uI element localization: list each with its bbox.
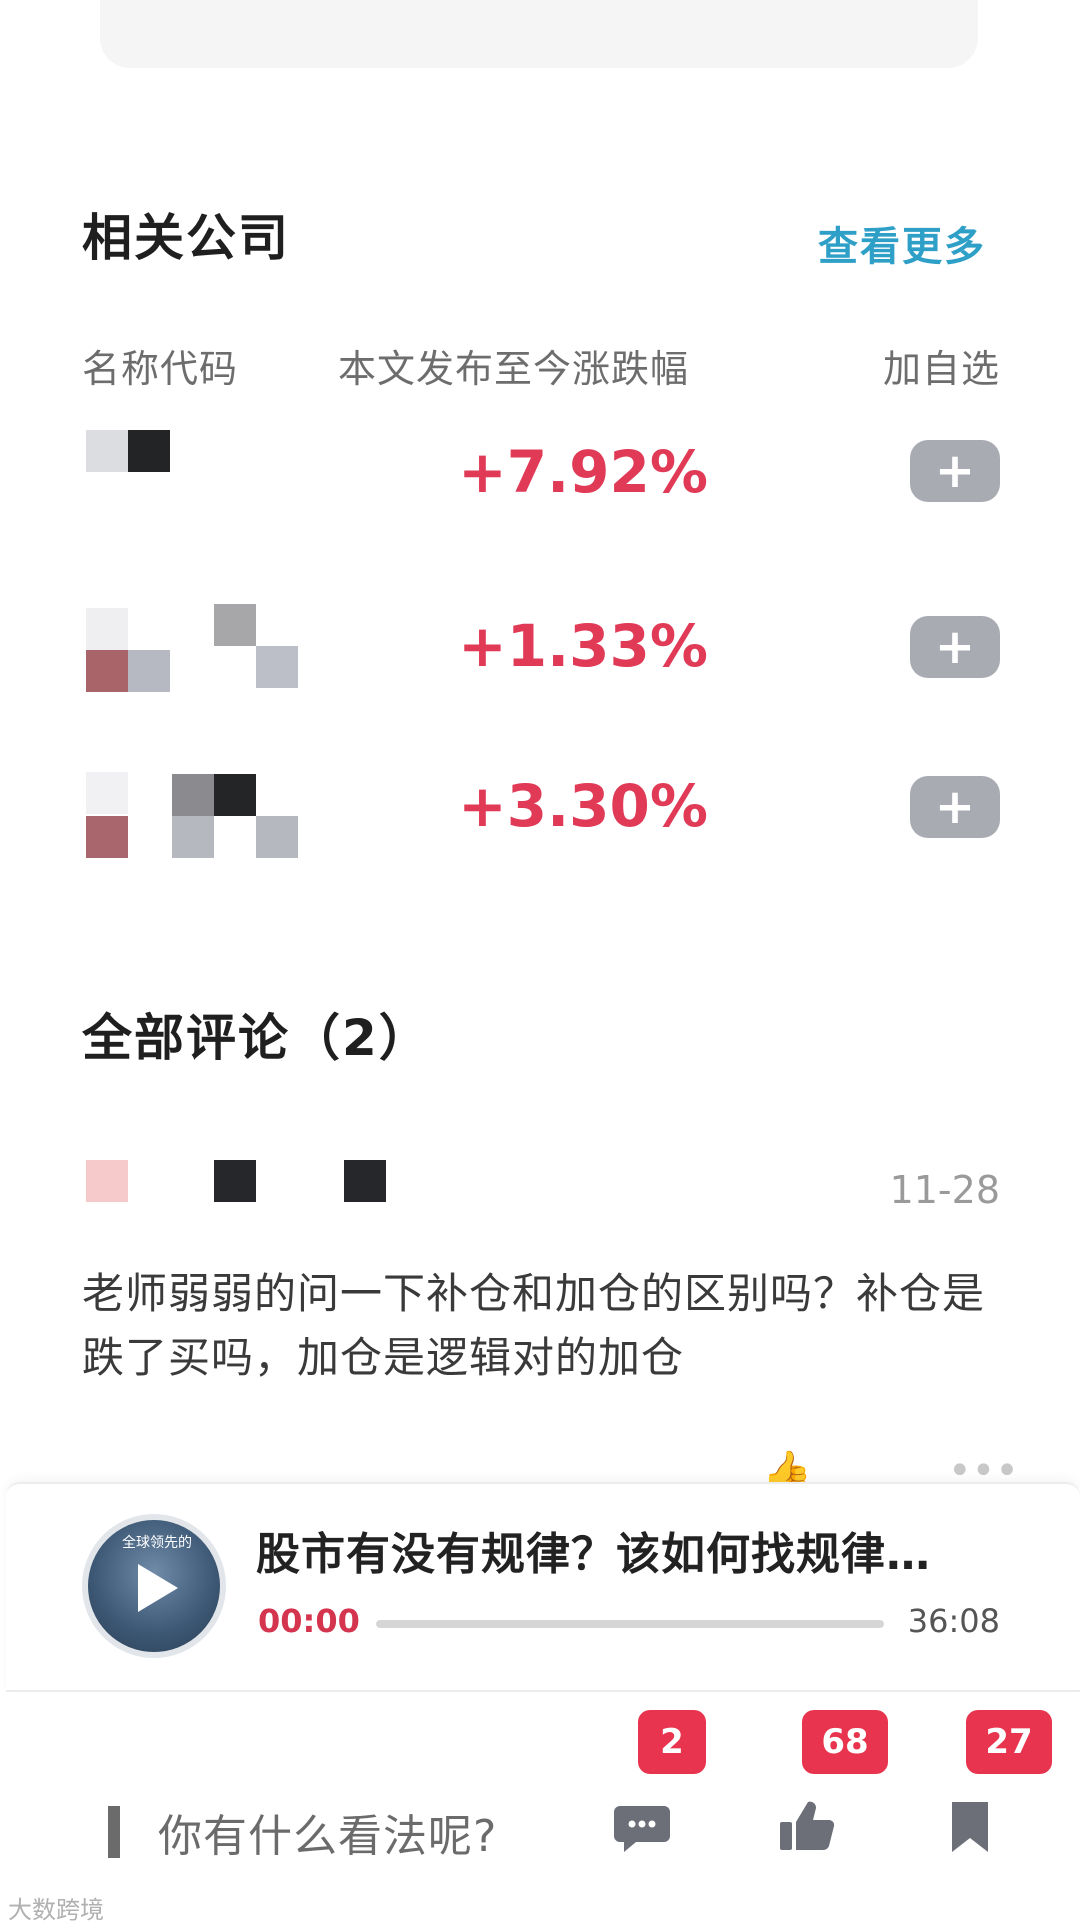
progress-bar[interactable] — [376, 1620, 884, 1628]
like-count-badge: 68 — [802, 1710, 888, 1774]
plus-icon: + — [934, 779, 976, 835]
column-name-code: 名称代码 — [82, 347, 239, 391]
column-add-watchlist: 加自选 — [882, 347, 1000, 391]
audio-player[interactable]: 全球领先的 股市有没有规律？该如何找规律… 00:00 36:08 — [6, 1482, 1080, 1692]
stock-name-redacted — [256, 816, 298, 858]
plus-icon: + — [934, 619, 976, 675]
bookmark-icon[interactable] — [940, 1796, 1000, 1856]
username-redacted — [344, 1160, 386, 1202]
stock-name-redacted — [128, 430, 170, 472]
favorite-count-badge: 27 — [966, 1710, 1052, 1774]
stock-name-redacted — [86, 816, 128, 858]
stock-name-redacted — [214, 604, 256, 646]
input-cursor-mark — [108, 1806, 120, 1858]
audio-title[interactable]: 股市有没有规律？该如何找规律… — [256, 1518, 931, 1582]
stock-row[interactable]: +1.33% + — [0, 590, 1080, 710]
stock-name-redacted — [256, 646, 298, 688]
stock-name-redacted — [172, 816, 214, 858]
add-to-watchlist-button[interactable]: + — [910, 440, 1000, 502]
stock-name-redacted — [172, 774, 214, 816]
avatar[interactable] — [86, 1160, 128, 1202]
comment-input[interactable]: 你有什么看法呢? — [158, 1800, 497, 1864]
cover-caption: 全球领先的 — [122, 1535, 192, 1551]
duration: 36:08 — [907, 1602, 1000, 1640]
stock-name-redacted — [86, 608, 128, 650]
stock-name-redacted — [214, 774, 256, 816]
current-time: 00:00 — [258, 1602, 360, 1640]
play-icon[interactable] — [138, 1564, 178, 1612]
stock-name-redacted — [86, 650, 128, 692]
comment-date: 11-28 — [889, 1168, 1000, 1212]
comment-text: 老师弱弱的问一下补仓和加仓的区别吗？补仓是跌了买吗，加仓是逻辑对的加仓 — [82, 1269, 986, 1382]
add-to-watchlist-button[interactable]: + — [910, 616, 1000, 678]
stock-name-redacted — [86, 430, 128, 472]
comment-count-badge: 2 — [638, 1710, 706, 1774]
comments-title: 全部评论（2） — [82, 1009, 431, 1067]
thumbs-up-icon[interactable] — [776, 1796, 836, 1856]
plus-icon: + — [934, 443, 976, 499]
price-change: +7.92% — [458, 438, 708, 506]
stock-name-redacted — [128, 650, 170, 692]
related-companies-title: 相关公司 — [82, 209, 290, 267]
view-more-link[interactable]: 查看更多 — [818, 214, 986, 272]
stock-row[interactable]: +7.92% + — [0, 410, 1080, 530]
previous-card — [100, 0, 978, 68]
price-change: +3.30% — [458, 772, 708, 840]
username-redacted — [214, 1160, 256, 1202]
price-change: +1.33% — [458, 612, 708, 680]
bottom-action-bar: 你有什么看法呢? 2 68 27 — [0, 1690, 1080, 1920]
comment-icon[interactable] — [612, 1796, 672, 1856]
add-to-watchlist-button[interactable]: + — [910, 776, 1000, 838]
podcast-cover[interactable]: 全球领先的 — [82, 1514, 226, 1658]
column-change-since-publish: 本文发布至今涨跌幅 — [338, 347, 690, 391]
stock-name-redacted — [86, 772, 128, 814]
stock-row[interactable]: +3.30% + — [0, 752, 1080, 872]
